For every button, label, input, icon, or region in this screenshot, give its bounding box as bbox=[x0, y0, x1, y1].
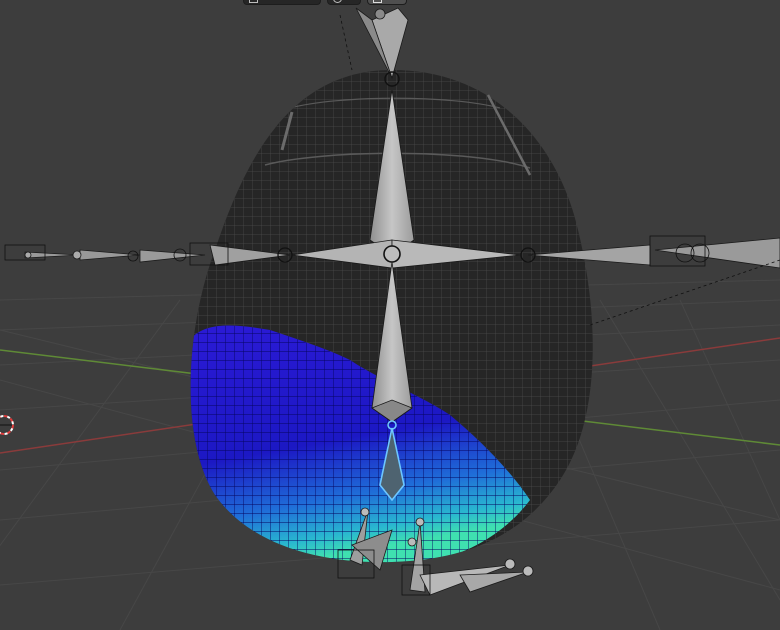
pivot-point-icon bbox=[333, 0, 342, 3]
bone-root-joint[interactable] bbox=[383, 245, 401, 263]
snap-toggle-button[interactable] bbox=[367, 0, 407, 5]
viewport-canvas[interactable] bbox=[0, 0, 780, 630]
transform-orientation-button[interactable] bbox=[243, 0, 321, 5]
egg-mesh[interactable] bbox=[180, 60, 620, 570]
header-gizmo-bar bbox=[243, 0, 407, 5]
snap-icon bbox=[373, 0, 382, 3]
transform-orientation-icon bbox=[249, 0, 258, 3]
3d-cursor-icon[interactable] bbox=[0, 415, 14, 435]
3d-viewport[interactable] bbox=[0, 0, 780, 630]
pivot-point-button[interactable] bbox=[327, 0, 361, 5]
